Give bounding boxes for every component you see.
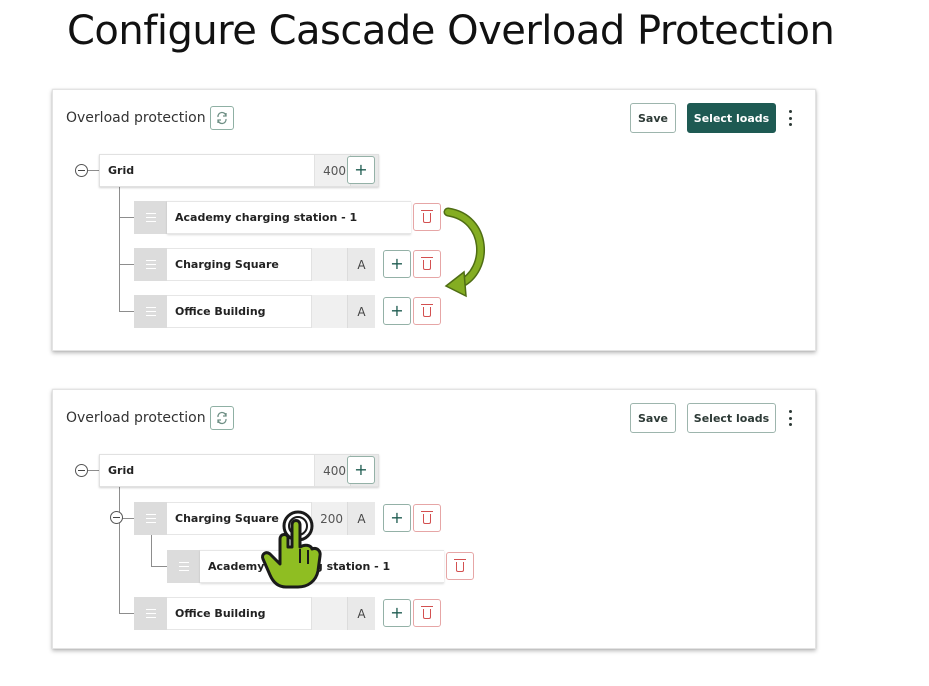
delete-load-button[interactable] [413,599,441,627]
add-subload-button[interactable]: + [383,250,411,278]
panel-title: Overload protection [66,410,206,426]
tree-connector [119,311,134,312]
tree-connector [119,613,134,614]
load-label: Office Building [167,597,311,630]
plus-icon: + [390,603,404,622]
refresh-button[interactable] [210,106,234,130]
delete-load-button[interactable] [446,552,474,580]
add-subload-button[interactable]: + [383,297,411,325]
tree-connector [119,186,120,312]
slide-title: Configure Cascade Overload Protection [67,8,835,54]
plus-icon: + [390,508,404,527]
kebab-menu-icon[interactable] [786,408,794,428]
drag-handle-icon[interactable] [134,502,167,535]
overload-panel-before: Overload protection Save Select loads Gr… [52,89,816,351]
load-label: Office Building [167,295,311,328]
drag-handle-icon[interactable] [134,201,167,234]
trash-icon [421,606,433,619]
trash-icon [421,210,433,223]
load-row: Charging Square A [134,248,375,281]
load-row: Academy charging station - 1 [134,201,411,234]
overload-panel-after: Overload protection Save Select loads Gr… [52,389,816,649]
load-label: Charging Square [167,248,311,281]
load-row: Office Building A [134,597,375,630]
load-unit: A [347,248,375,281]
add-subload-button[interactable]: + [383,504,411,532]
drag-handle-icon[interactable] [134,248,167,281]
hand-cursor-icon [261,510,322,589]
tree-connector [119,217,134,218]
trash-icon [421,511,433,524]
grid-limit-input[interactable]: 400 [314,455,350,486]
delete-load-button[interactable] [413,297,441,325]
load-limit-input[interactable] [311,295,347,328]
grid-node: Grid 400 A [99,154,379,187]
grid-node: Grid 400 A [99,454,379,487]
load-row: Office Building A [134,295,375,328]
grid-label: Grid [108,164,135,177]
select-loads-button[interactable]: Select loads [687,103,776,133]
add-load-button[interactable]: + [347,456,375,484]
load-unit: A [347,597,375,630]
load-row: Charging Square 200 A [134,502,375,535]
delete-load-button[interactable] [413,250,441,278]
trash-icon [421,304,433,317]
delete-load-button[interactable] [413,504,441,532]
plus-icon: + [390,301,404,320]
tree-connector [151,566,167,567]
drag-handle-icon[interactable] [167,550,200,583]
tree-connector [119,264,134,265]
load-unit: A [347,295,375,328]
refresh-button[interactable] [210,406,234,430]
save-button[interactable]: Save [630,103,676,133]
plus-icon: + [390,254,404,273]
refresh-icon [217,411,227,425]
load-limit-input[interactable] [311,597,347,630]
plus-icon: + [354,460,368,479]
grid-label: Grid [108,464,135,477]
drag-handle-icon[interactable] [134,295,167,328]
trash-icon [421,257,433,270]
collapse-icon[interactable] [75,464,88,477]
kebab-menu-icon[interactable] [786,108,794,128]
refresh-icon [217,111,227,125]
tree-connector [119,486,120,614]
tree-connector [151,534,152,567]
load-limit-input[interactable] [311,248,347,281]
panel-title: Overload protection [66,110,206,126]
plus-icon: + [354,160,368,179]
select-loads-button[interactable]: Select loads [687,403,776,433]
load-label: Academy charging station - 1 [167,201,411,234]
save-button[interactable]: Save [630,403,676,433]
trash-icon [454,559,466,572]
grid-limit-input[interactable]: 400 [314,155,350,186]
collapse-icon[interactable] [75,164,88,177]
delete-load-button[interactable] [413,203,441,231]
curved-arrow-icon [443,207,485,298]
add-subload-button[interactable]: + [383,599,411,627]
load-unit: A [347,502,375,535]
add-load-button[interactable]: + [347,156,375,184]
drag-handle-icon[interactable] [134,597,167,630]
collapse-icon[interactable] [110,511,123,524]
